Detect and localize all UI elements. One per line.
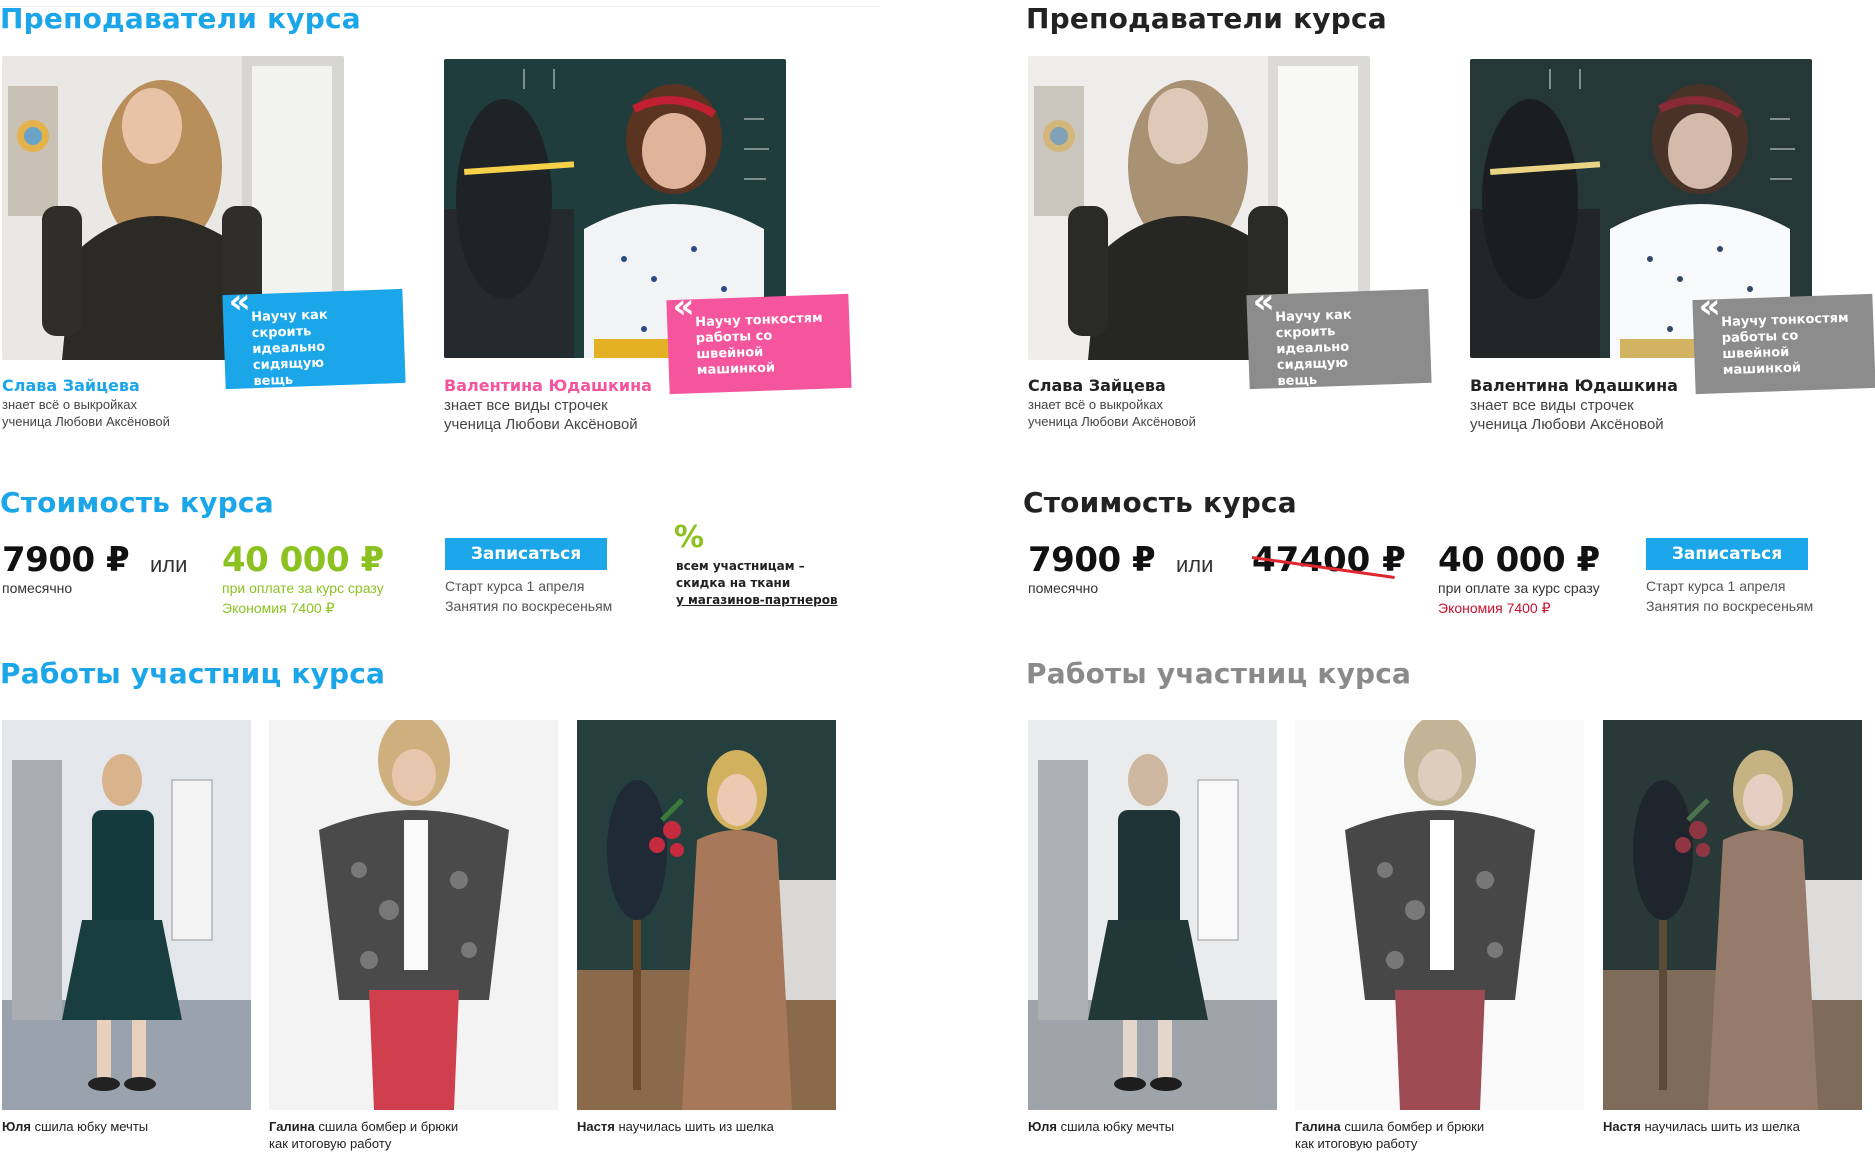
- right-design-variant: Преподаватели курса « Научу как скроить …: [1023, 0, 1875, 1152]
- work-photo-nastya: [577, 720, 836, 1110]
- teachers-section-title: Преподаватели курса: [1026, 2, 1387, 35]
- economy-label: Экономия 7400 ₽: [1438, 600, 1551, 616]
- work-text: сшила юбку мечты: [34, 1119, 149, 1134]
- or-label: или: [1176, 552, 1214, 577]
- teacher-quote-badge-valentina: « Научу тонкостям работы со швейной маши…: [1692, 286, 1875, 395]
- work-photo-yulia: [1028, 720, 1277, 1110]
- partner-shops-link[interactable]: у магазинов-партнеров: [676, 593, 838, 607]
- teacher-desc-line: ученица Любови Аксёновой: [444, 416, 638, 433]
- work-author: Галина: [1295, 1119, 1341, 1134]
- start-date-text: Старт курса 1 апреля: [1646, 578, 1786, 594]
- price-section-title: Стоимость курса: [1023, 486, 1297, 519]
- schedule-text: Занятия по воскресеньям: [445, 598, 613, 614]
- work-text: сшила бомбер и брюки: [1344, 1119, 1485, 1134]
- signup-button[interactable]: Записаться: [1646, 538, 1808, 570]
- teacher-quote-badge-valentina: « Научу тонкостям работы со швейной маши…: [666, 286, 852, 395]
- teachers-section-title: Преподаватели курса: [0, 2, 361, 35]
- full-price-label: при оплате за курс сразу: [222, 580, 384, 596]
- promo-text: всем участницам – скидка на ткани у мага…: [676, 558, 838, 609]
- quote-line: Научу как скроить: [250, 307, 328, 342]
- start-date-text: Старт курса 1 апреля: [445, 578, 585, 594]
- quote-line: машинкой: [1722, 360, 1802, 379]
- teacher-quote-badge-slava: « Научу как скроить идеально сидящую вещ…: [1246, 281, 1432, 390]
- quote-icon: «: [1251, 281, 1276, 322]
- work-caption-yulia: Юля сшила юбку мечты: [1028, 1118, 1174, 1135]
- quote-line: вещь: [253, 372, 294, 390]
- quote-icon: «: [227, 281, 252, 322]
- work-text: научилась шить из шелка: [1644, 1119, 1800, 1134]
- quote-line: работы со швейной: [1721, 328, 1799, 363]
- price-section-title: Стоимость курса: [0, 486, 274, 519]
- work-author: Юля: [1028, 1119, 1057, 1134]
- work-author: Юля: [2, 1119, 31, 1134]
- percent-icon: %: [674, 520, 705, 555]
- teacher-desc-line: знает всё о выкройках: [2, 397, 138, 412]
- quote-line: идеально сидящую: [252, 339, 326, 374]
- work-text: научилась шить из шелка: [618, 1119, 774, 1134]
- teacher-name-valentina: Валентина Юдашкина: [1470, 376, 1678, 395]
- work-author: Настя: [1603, 1119, 1641, 1134]
- work-text: как итоговую работу: [1295, 1136, 1418, 1151]
- teacher-desc-line: знает все виды строчек: [1470, 397, 1634, 414]
- schedule-text: Занятия по воскресеньям: [1646, 598, 1814, 614]
- work-author: Настя: [577, 1119, 615, 1134]
- teacher-name-slava: Слава Зайцева: [2, 376, 140, 395]
- full-price-label: при оплате за курс сразу: [1438, 580, 1600, 596]
- promo-line: всем участницам –: [676, 559, 805, 573]
- monthly-label: помесячно: [1028, 580, 1099, 596]
- quote-line: машинкой: [696, 360, 776, 379]
- signup-button[interactable]: Записаться: [445, 538, 607, 570]
- course-start-info: Старт курса 1 апреля Занятия по воскресе…: [1646, 576, 1813, 616]
- teacher-description-valentina: знает все виды строчек ученица Любови Ак…: [1470, 396, 1664, 434]
- teacher-desc-line: ученица Любови Аксёновой: [1470, 416, 1664, 433]
- teacher-description-slava: знает всё о выкройках ученица Любови Акс…: [1028, 396, 1196, 430]
- full-price: 40 000 ₽: [1438, 540, 1600, 580]
- full-price-info: при оплате за курс сразу Экономия 7400 ₽: [1438, 578, 1600, 618]
- works-section-title: Работы участниц курса: [0, 657, 386, 690]
- monthly-label: помесячно: [2, 580, 73, 596]
- work-author: Галина: [269, 1119, 315, 1134]
- teacher-description-valentina: знает все виды строчек ученица Любови Ак…: [444, 396, 638, 434]
- quote-line: работы со швейной: [695, 328, 773, 363]
- teacher-quote-badge-slava: « Научу как скроить идеально сидящую вещ…: [222, 281, 406, 390]
- work-caption-nastya: Настя научилась шить из шелка: [1603, 1118, 1800, 1135]
- quote-line: Научу как скроить: [1274, 307, 1352, 342]
- work-caption-nastya: Настя научилась шить из шелка: [577, 1118, 774, 1135]
- economy-label: Экономия 7400 ₽: [222, 600, 335, 616]
- quote-line: идеально сидящую: [1276, 339, 1350, 374]
- course-start-info: Старт курса 1 апреля Занятия по воскресе…: [445, 576, 612, 616]
- works-section-title: Работы участниц курса: [1026, 657, 1412, 690]
- work-caption-yulia: Юля сшила юбку мечты: [2, 1118, 148, 1135]
- teacher-name-slava: Слава Зайцева: [1028, 376, 1166, 395]
- or-label: или: [150, 552, 188, 577]
- work-photo-nastya: [1603, 720, 1862, 1110]
- left-design-variant: Преподаватели курса « Научу как скроить …: [0, 0, 900, 1151]
- work-photo-galina: [1295, 720, 1584, 1110]
- teacher-desc-line: ученица Любови Аксёновой: [1028, 414, 1196, 429]
- quote-line: вещь: [1277, 372, 1318, 390]
- promo-line: скидка на ткани: [676, 576, 791, 590]
- teacher-desc-line: знает всё о выкройках: [1028, 397, 1164, 412]
- work-photo-galina: [269, 720, 558, 1110]
- quote-icon: «: [1697, 286, 1722, 327]
- full-price: 40 000 ₽: [222, 540, 384, 580]
- work-text: как итоговую работу: [269, 1136, 392, 1151]
- work-text: сшила бомбер и брюки: [318, 1119, 459, 1134]
- teacher-desc-line: ученица Любови Аксёновой: [2, 414, 170, 429]
- monthly-price: 7900 ₽: [1028, 540, 1156, 580]
- teacher-desc-line: знает все виды строчек: [444, 397, 608, 414]
- teacher-description-slava: знает всё о выкройках ученица Любови Акс…: [2, 396, 170, 430]
- work-caption-galina: Галина сшила бомбер и брюки как итоговую…: [269, 1118, 458, 1152]
- monthly-price: 7900 ₽: [2, 540, 130, 580]
- work-caption-galina: Галина сшила бомбер и брюки как итоговую…: [1295, 1118, 1484, 1152]
- work-photo-yulia: [2, 720, 251, 1110]
- quote-icon: «: [671, 286, 696, 327]
- work-text: сшила юбку мечты: [1060, 1119, 1175, 1134]
- full-price-info: при оплате за курс сразу Экономия 7400 ₽: [222, 578, 384, 618]
- teacher-name-valentina: Валентина Юдашкина: [444, 376, 652, 395]
